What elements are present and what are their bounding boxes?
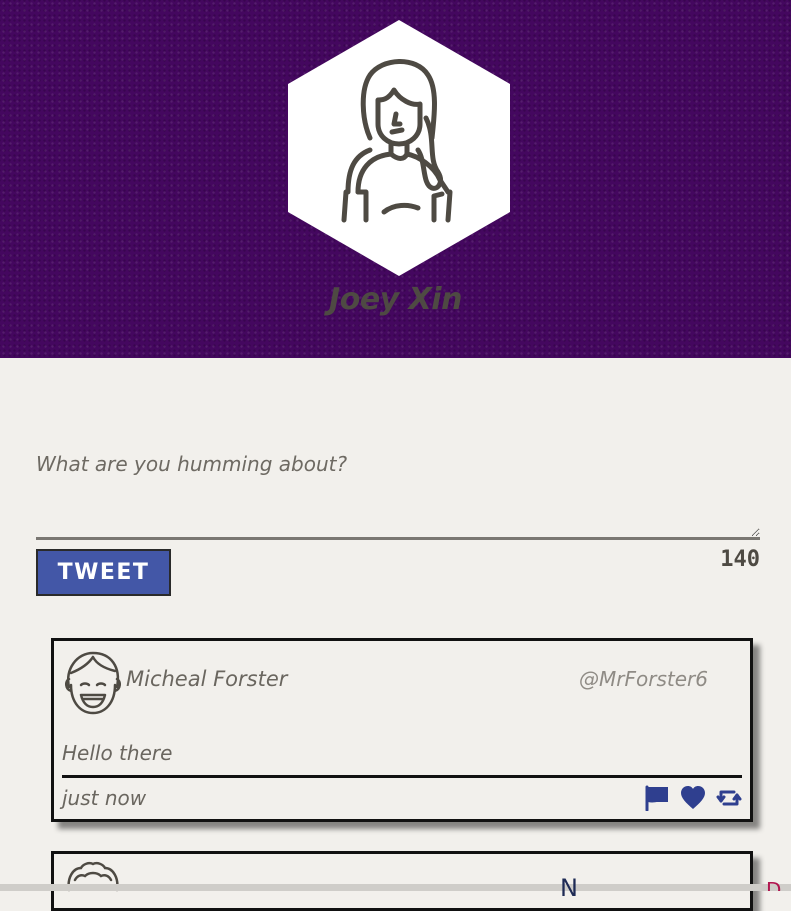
retweet-icon[interactable] — [716, 785, 742, 811]
heart-icon[interactable] — [680, 785, 706, 811]
profile-name: Joey Xin — [329, 282, 462, 317]
tweet-button[interactable]: TWEET — [36, 549, 171, 596]
profile-header: Joey Xin — [0, 0, 791, 358]
tweet-timestamp: just now — [62, 786, 147, 810]
tweet-author-handle: @MrForster6 — [579, 667, 708, 691]
page-footer-bar — [0, 884, 791, 891]
footer-partial-red-text: D — [766, 878, 782, 891]
compose-area — [36, 440, 760, 542]
curly-hair-avatar-icon — [67, 861, 119, 892]
tweet-card: Micheal Forster @MrForster6 Hello there … — [51, 638, 753, 822]
smiling-man-avatar-icon — [65, 651, 121, 715]
tweet-divider — [62, 775, 742, 778]
character-counter: 140 — [720, 547, 760, 572]
tweet-author-name: Micheal Forster — [126, 667, 288, 691]
profile-avatar — [288, 20, 510, 276]
tweet-actions — [644, 783, 742, 813]
tweet-card — [51, 851, 753, 911]
tweet-text: Hello there — [62, 741, 173, 765]
flag-icon[interactable] — [644, 785, 670, 811]
footer-partial-text: N — [560, 874, 578, 902]
tweet-input[interactable] — [36, 440, 760, 540]
